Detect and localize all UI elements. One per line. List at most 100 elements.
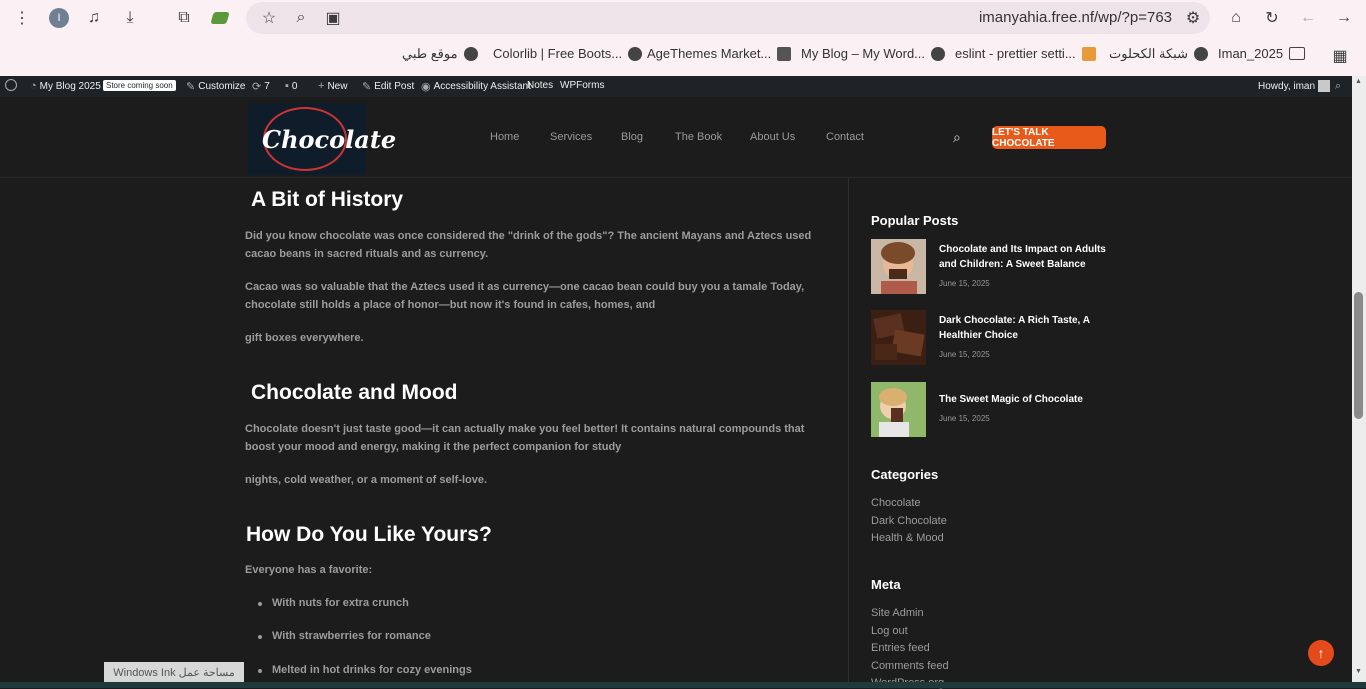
admin-search-icon[interactable]: ⌕	[1335, 80, 1341, 93]
bookmark-item[interactable]: موقع طبي	[402, 46, 478, 62]
paragraph: Chocolate doesn't just taste good—it can…	[245, 423, 805, 453]
popular-post-title[interactable]: Chocolate and Its Impact on Adults and C…	[939, 242, 1109, 272]
category-link[interactable]: Health & Mood	[871, 532, 944, 544]
wordpress-logo-icon[interactable]	[5, 79, 17, 91]
back-to-top-button[interactable]: ↑	[1308, 640, 1334, 666]
meta-link[interactable]: Entries feed	[871, 642, 930, 654]
address-bar[interactable]: ☆ ⌕ ▣ imanyahia.free.nf/wp/?p=763 ⚙	[246, 2, 1210, 34]
nav-about-us[interactable]: About Us	[750, 131, 795, 143]
list-item: Melted in hot drinks for cozy evenings	[272, 664, 472, 676]
meta-link[interactable]: Site Admin	[871, 607, 924, 619]
edit-post-label: Edit Post	[374, 81, 415, 92]
bookmark-item[interactable]: Colorlib | Free Boots...	[493, 46, 643, 61]
meta-title: Meta	[871, 577, 901, 592]
category-link[interactable]: Dark Chocolate	[871, 515, 947, 527]
bookmark-item[interactable]: شبكة الكحلوت	[1109, 46, 1208, 62]
translate-icon[interactable]: ▣	[322, 7, 344, 29]
meta-link[interactable]: Log out	[871, 625, 908, 637]
bookmark-label: AgeThemes Market...	[647, 46, 772, 61]
download-icon[interactable]: ⤓	[119, 7, 141, 29]
bookmark-item[interactable]: My Blog – My Word...	[801, 46, 946, 61]
customize-link[interactable]: ✎ Customize	[186, 80, 245, 93]
scroll-down-icon[interactable]: ▼	[1355, 668, 1362, 675]
zoom-icon[interactable]: ⌕	[290, 7, 312, 29]
site-settings-icon[interactable]: ⚙	[1182, 7, 1204, 29]
scroll-thumb[interactable]	[1354, 292, 1363, 419]
paragraph: Did you know chocolate was once consider…	[245, 230, 812, 260]
nav-home[interactable]: Home	[490, 131, 519, 143]
browser-toolbar: ⋮ I ♫ ⤓ ⧉ ☆ ⌕ ▣ imanyahia.free.nf/wp/?p=…	[0, 0, 1366, 36]
pencil-icon: ✎	[362, 81, 372, 93]
new-link[interactable]: + New	[318, 80, 347, 92]
cta-button[interactable]: LET'S TALK CHOCOLATE	[992, 126, 1106, 149]
comments-count: 0	[291, 80, 298, 92]
profile-avatar[interactable]: I	[48, 7, 70, 29]
site-name: My Blog 2025	[39, 80, 101, 92]
home-icon[interactable]: ⌂	[1225, 7, 1247, 29]
bookmark-label: شبكة الكحلوت	[1109, 46, 1188, 61]
edit-post-link[interactable]: ✎ Edit Post	[362, 80, 414, 93]
heading-yours: How Do You Like Yours?	[246, 523, 492, 546]
post-thumbnail[interactable]	[871, 382, 926, 437]
category-link[interactable]: Chocolate	[871, 497, 921, 509]
new-label: New	[327, 80, 348, 92]
popular-post-date: June 15, 2025	[939, 350, 990, 359]
user-avatar-icon	[1318, 80, 1331, 92]
list-item: With strawberries for romance	[272, 630, 431, 642]
howdy-link[interactable]: Howdy, iman	[1258, 80, 1331, 92]
profile-initial: I	[49, 8, 69, 28]
notes-label: Notes	[527, 80, 554, 91]
popular-post-title[interactable]: The Sweet Magic of Chocolate	[939, 392, 1109, 407]
nav-services[interactable]: Services	[550, 131, 592, 143]
bookmark-star-icon[interactable]: ☆	[258, 7, 280, 29]
tab-grid-icon[interactable]: ▦	[1329, 45, 1351, 67]
comments-link[interactable]: ▪ 0	[285, 80, 297, 92]
site-name-link[interactable]: ◔ My Blog 2025	[30, 80, 101, 92]
back-icon[interactable]: ←	[1297, 7, 1319, 29]
dashboard-icon: ◔	[30, 80, 37, 92]
popular-post-date: June 15, 2025	[939, 414, 990, 423]
page-scrollbar[interactable]: ▲ ▼	[1352, 76, 1366, 688]
globe-icon	[1193, 47, 1208, 61]
accessibility-icon: ◉	[421, 81, 431, 93]
url-text: imanyahia.free.nf/wp/?p=763	[978, 9, 1172, 26]
arrow-up-icon: ↑	[1317, 645, 1325, 661]
bookmark-folder[interactable]: Iman_2025	[1218, 46, 1306, 61]
nav-the-book[interactable]: The Book	[675, 131, 722, 143]
forward-icon[interactable]: →	[1333, 7, 1355, 29]
brush-icon: ✎	[186, 81, 196, 93]
popular-post-date: June 15, 2025	[939, 279, 990, 288]
menu-dots-icon[interactable]: ⋮	[11, 7, 33, 29]
updates-count: 7	[264, 81, 270, 92]
nav-blog[interactable]: Blog	[621, 131, 643, 143]
comment-icon: ▪	[285, 80, 289, 92]
nav-contact[interactable]: Contact	[826, 131, 864, 143]
globe-icon	[628, 46, 643, 61]
site-logo[interactable]: Chocolate	[248, 103, 396, 175]
bookmark-item[interactable]: eslint - prettier setti...	[955, 46, 1096, 61]
popular-post-title[interactable]: Dark Chocolate: A Rich Taste, A Healthie…	[939, 313, 1109, 343]
extensions-icon[interactable]: ⧉	[173, 7, 195, 29]
store-badge: Store coming soon	[103, 80, 176, 91]
extension-app-icon[interactable]	[209, 7, 231, 29]
bookmark-label: موقع طبي	[402, 46, 458, 61]
bookmark-label: Colorlib | Free Boots...	[493, 46, 623, 61]
notes-link[interactable]: Notes	[527, 80, 553, 91]
list-item: With nuts for extra crunch	[272, 597, 409, 609]
paragraph: Cacao was so valuable that the Aztecs us…	[245, 281, 805, 311]
wpforms-link[interactable]: WPForms	[560, 80, 604, 91]
accessibility-link[interactable]: ◉ Accessibility Assistant	[421, 80, 531, 93]
bullet-icon	[258, 635, 262, 639]
header-search-icon[interactable]: ⌕	[953, 129, 967, 145]
paragraph: gift boxes everywhere.	[245, 332, 364, 344]
post-thumbnail[interactable]	[871, 310, 926, 365]
updates-link[interactable]: ⟳ 7	[252, 80, 270, 93]
reload-icon[interactable]: ↻	[1261, 7, 1283, 29]
scroll-up-icon[interactable]: ▲	[1355, 78, 1362, 85]
globe-icon	[463, 47, 478, 61]
media-icon[interactable]: ♫	[83, 7, 105, 29]
bookmark-item[interactable]: AgeThemes Market...	[647, 46, 792, 61]
post-thumbnail[interactable]	[871, 239, 926, 294]
bullet-icon	[258, 669, 262, 673]
meta-link[interactable]: Comments feed	[871, 660, 949, 672]
